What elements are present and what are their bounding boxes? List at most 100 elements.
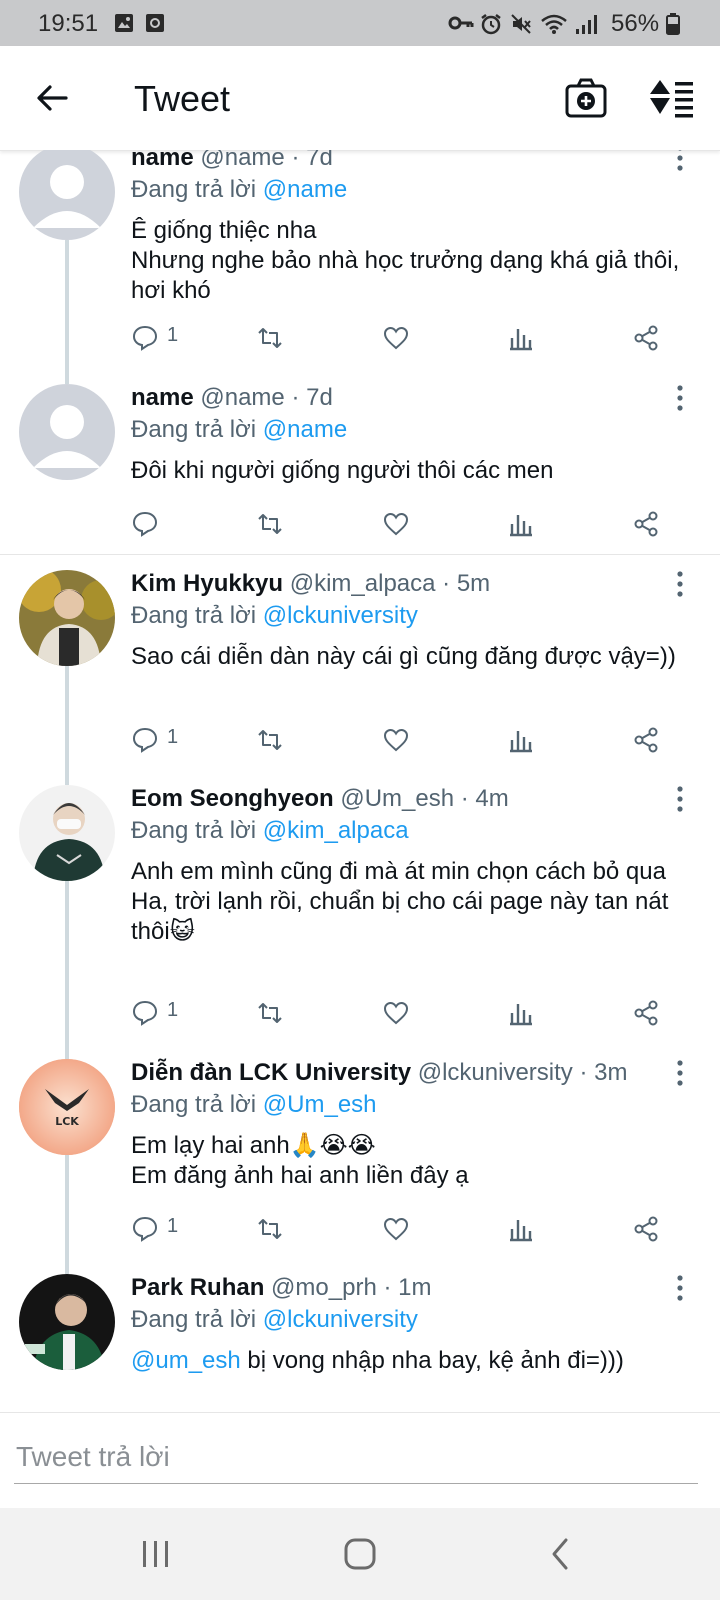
avatar[interactable] — [19, 785, 115, 881]
tweet-text: Sao cái diễn dàn này cái gì cũng đăng đư… — [131, 643, 676, 670]
replying-to-mention[interactable]: @lckuniversity — [263, 1306, 418, 1333]
like-button[interactable] — [382, 318, 462, 358]
avatar[interactable] — [19, 150, 115, 240]
retweet-icon — [258, 1219, 282, 1239]
share-button[interactable] — [632, 318, 712, 358]
analytics-button[interactable] — [507, 318, 587, 358]
avatar[interactable] — [19, 384, 115, 480]
sort-icon[interactable] — [648, 74, 696, 122]
handle-time: @kim_alpaca · 5m — [289, 570, 491, 597]
profile-photo — [19, 1274, 115, 1370]
tweet[interactable]: Kim Hyukkyu @kim_alpaca · 5m Đang trả lờ… — [0, 570, 720, 785]
camera-plus-icon[interactable] — [562, 74, 610, 122]
replying-to: Đang trả lời @name — [131, 176, 347, 204]
share-icon — [634, 511, 658, 537]
retweet-button[interactable] — [256, 318, 336, 358]
tweet[interactable]: Park Ruhan @mo_prh · 1m Đang trả lời @lc… — [0, 1274, 720, 1412]
display-name[interactable]: Diễn đàn LCK University — [131, 1059, 411, 1086]
alarm-icon — [481, 14, 501, 35]
replying-to-mention[interactable]: @kim_alpaca — [263, 817, 409, 844]
reply-button[interactable]: 1 — [131, 318, 211, 358]
tweet[interactable]: Eom Seonghyeon @Um_esh · 4m Đang trả lời… — [0, 785, 720, 1059]
handle-time: @name · 7d — [200, 384, 333, 411]
more-options-icon[interactable] — [670, 570, 690, 598]
tweet-actions: 1 — [0, 1209, 720, 1249]
avatar[interactable]: LCK — [19, 1059, 115, 1155]
handle-time: @lckuniversity · 3m — [417, 1059, 628, 1086]
system-nav-bar — [0, 1508, 720, 1600]
reply-count: 1 — [167, 1215, 179, 1237]
recent-apps-icon[interactable] — [132, 1532, 180, 1576]
tweet-text: Em lạy hai anh🙏😭😭 Em đăng ảnh hai anh li… — [131, 1132, 469, 1189]
tweet-header: Diễn đàn LCK University @lckuniversity ·… — [131, 1059, 627, 1087]
retweet-button[interactable] — [256, 1209, 336, 1249]
share-button[interactable] — [632, 504, 712, 544]
analytics-button[interactable] — [507, 1209, 587, 1249]
inline-mention[interactable]: @um_esh — [131, 1347, 241, 1374]
reply-button[interactable]: 1 — [131, 720, 211, 760]
page-title: Tweet — [134, 78, 231, 119]
retweet-icon — [258, 730, 282, 750]
back-arrow-icon[interactable] — [30, 76, 74, 120]
tweet-feed[interactable]: name @name · 7d Đang trả lời @name Ê giố… — [0, 150, 720, 1412]
reply-button[interactable]: 1 — [131, 1209, 211, 1249]
handle-time: @name · 7d — [200, 150, 333, 171]
display-name[interactable]: Eom Seonghyeon — [131, 785, 334, 812]
handle-time: @Um_esh · 4m — [340, 785, 509, 812]
more-options-icon[interactable] — [670, 384, 690, 412]
like-button[interactable] — [382, 504, 462, 544]
share-button[interactable] — [632, 1209, 712, 1249]
tweet-text: Đôi khi người giống người thôi các men — [131, 457, 554, 484]
reply-button[interactable]: 1 — [131, 993, 211, 1033]
mute-icon — [511, 14, 531, 34]
home-icon[interactable] — [336, 1532, 384, 1576]
retweet-button[interactable] — [256, 504, 336, 544]
like-button[interactable] — [382, 1209, 462, 1249]
analytics-button[interactable] — [507, 720, 587, 760]
avatar[interactable] — [19, 1274, 115, 1370]
tweet[interactable]: name @name · 7d Đang trả lời @name Ê giố… — [0, 150, 720, 384]
analytics-button[interactable] — [507, 993, 587, 1033]
tweet[interactable]: name @name · 7d Đang trả lời @name Đôi k… — [0, 384, 720, 552]
avatar[interactable] — [19, 570, 115, 666]
battery-icon — [666, 13, 680, 35]
retweet-icon — [258, 1003, 282, 1023]
replying-to-label: Đang trả lời — [131, 1306, 263, 1333]
more-options-icon[interactable] — [670, 785, 690, 813]
display-name[interactable]: Park Ruhan — [131, 1274, 264, 1301]
like-button[interactable] — [382, 720, 462, 760]
like-icon — [383, 728, 409, 752]
replying-to-mention[interactable]: @name — [263, 416, 347, 443]
tweet-actions: 1 — [0, 318, 720, 358]
retweet-button[interactable] — [256, 720, 336, 760]
reply-button[interactable] — [131, 504, 211, 544]
tweet-header: Park Ruhan @mo_prh · 1m — [131, 1274, 431, 1302]
display-name[interactable]: name — [131, 384, 194, 411]
reply-composer — [0, 1412, 720, 1505]
retweet-button[interactable] — [256, 993, 336, 1033]
replying-to-mention[interactable]: @lckuniversity — [263, 602, 418, 629]
tweet-header: Eom Seonghyeon @Um_esh · 4m — [131, 785, 509, 813]
replying-to-mention[interactable]: @Um_esh — [263, 1091, 377, 1118]
more-options-icon[interactable] — [670, 1059, 690, 1087]
analytics-icon — [510, 731, 532, 753]
display-name[interactable]: name — [131, 150, 194, 171]
share-button[interactable] — [632, 993, 712, 1033]
divider — [0, 554, 720, 555]
reply-count: 1 — [167, 726, 179, 748]
reply-icon — [132, 1216, 158, 1242]
reply-icon — [132, 325, 158, 351]
more-options-icon[interactable] — [670, 150, 690, 172]
more-options-icon[interactable] — [670, 1274, 690, 1302]
replying-to-mention[interactable]: @name — [263, 176, 347, 203]
analytics-button[interactable] — [507, 504, 587, 544]
tweet[interactable]: LCK Diễn đàn LCK University @lckuniversi… — [0, 1059, 720, 1274]
reply-icon — [132, 1000, 158, 1026]
share-button[interactable] — [632, 720, 712, 760]
nav-back-icon[interactable] — [538, 1532, 586, 1576]
display-name[interactable]: Kim Hyukkyu — [131, 570, 283, 597]
default-avatar-icon — [19, 150, 115, 240]
like-button[interactable] — [382, 993, 462, 1033]
reply-input[interactable] — [14, 1431, 698, 1484]
like-icon — [383, 1001, 409, 1025]
